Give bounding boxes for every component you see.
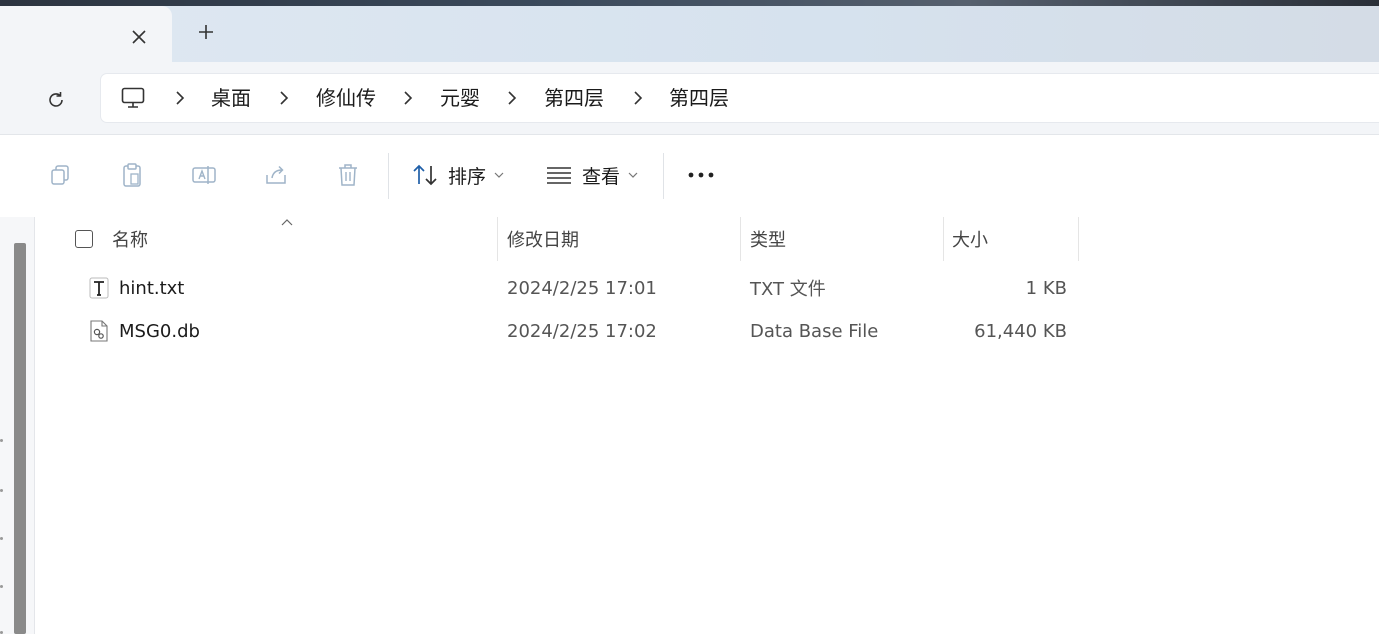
trash-icon[interactable] [332, 159, 364, 191]
column-header-modified[interactable]: 修改日期 [507, 217, 579, 261]
column-header-type[interactable]: 类型 [750, 217, 786, 261]
toolbar-divider [663, 153, 664, 199]
file-modified: 2024/2/25 17:01 [507, 277, 657, 299]
column-header-size[interactable]: 大小 [952, 217, 988, 261]
sort-label: 排序 [448, 165, 487, 188]
view-list-icon [547, 167, 571, 184]
chevron-right-icon [634, 91, 643, 105]
column-divider[interactable] [943, 217, 944, 261]
plus-icon[interactable] [192, 18, 220, 46]
chevron-down-icon [628, 172, 638, 178]
view-button[interactable]: 查看 [546, 159, 638, 191]
column-header-name-label: 名称 [112, 230, 148, 251]
chevron-right-icon [280, 91, 289, 105]
file-name: MSG0.db [119, 320, 200, 342]
close-icon[interactable] [126, 24, 152, 50]
sort-button[interactable]: 排序 [412, 159, 504, 191]
select-all-checkbox[interactable] [75, 230, 93, 248]
file-size: 1 KB [1025, 277, 1067, 299]
address-row: 桌面 修仙传 元婴 第四层 第四层 [0, 62, 1379, 134]
text-file-icon [89, 268, 109, 308]
file-modified: 2024/2/25 17:02 [507, 320, 657, 342]
nav-dot [0, 537, 3, 540]
breadcrumb-folder-2[interactable]: 元婴 [440, 86, 480, 110]
copy-icon[interactable] [44, 159, 76, 191]
breadcrumb-folder-3[interactable]: 第四层 [544, 86, 604, 110]
nav-scrollbar[interactable] [14, 243, 26, 634]
refresh-icon[interactable] [40, 84, 72, 116]
file-type: Data Base File [750, 320, 879, 342]
file-size: 61,440 KB [974, 320, 1067, 342]
column-divider[interactable] [1078, 217, 1079, 261]
db-file-icon [90, 311, 108, 351]
active-tab[interactable] [0, 6, 172, 62]
column-divider[interactable] [497, 217, 498, 261]
column-header-name[interactable]: 名称 [75, 217, 148, 261]
file-name: hint.txt [119, 277, 185, 299]
sort-ascending-icon [281, 219, 293, 226]
more-icon[interactable] [685, 159, 717, 191]
column-header-type-label: 类型 [750, 230, 786, 251]
nav-dot [0, 439, 3, 442]
file-type: TXT 文件 [750, 279, 826, 300]
chevron-down-icon [494, 172, 504, 178]
table-row[interactable]: hint.txt 2024/2/25 17:01 TXT 文件 1 KB [75, 268, 1115, 308]
breadcrumb-folder-4[interactable]: 第四层 [669, 86, 729, 110]
command-bar: 排序 查看 [0, 134, 1379, 218]
toolbar-divider [388, 153, 389, 199]
column-divider[interactable] [740, 217, 741, 261]
chevron-right-icon [176, 91, 185, 105]
breadcrumb-desktop[interactable]: 桌面 [211, 86, 251, 110]
breadcrumb-folder-1[interactable]: 修仙传 [316, 86, 376, 110]
table-row[interactable]: MSG0.db 2024/2/25 17:02 Data Base File 6… [75, 311, 1115, 351]
share-icon[interactable] [260, 159, 292, 191]
paste-icon[interactable] [116, 159, 148, 191]
column-header-modified-label: 修改日期 [507, 230, 579, 251]
computer-icon[interactable] [121, 87, 145, 113]
sort-icon [413, 164, 437, 186]
chevron-right-icon [404, 91, 413, 105]
nav-dot [0, 489, 3, 492]
column-header-size-label: 大小 [952, 230, 988, 251]
nav-dot [0, 585, 3, 588]
view-label: 查看 [582, 165, 621, 188]
rename-icon[interactable] [188, 159, 220, 191]
navigation-pane[interactable] [0, 217, 35, 634]
file-list: 名称 修改日期 类型 大小 hint.txt 2024/2/25 17:01 T… [35, 217, 1379, 634]
address-bar[interactable]: 桌面 修仙传 元婴 第四层 第四层 [101, 74, 1379, 122]
chevron-right-icon [508, 91, 517, 105]
